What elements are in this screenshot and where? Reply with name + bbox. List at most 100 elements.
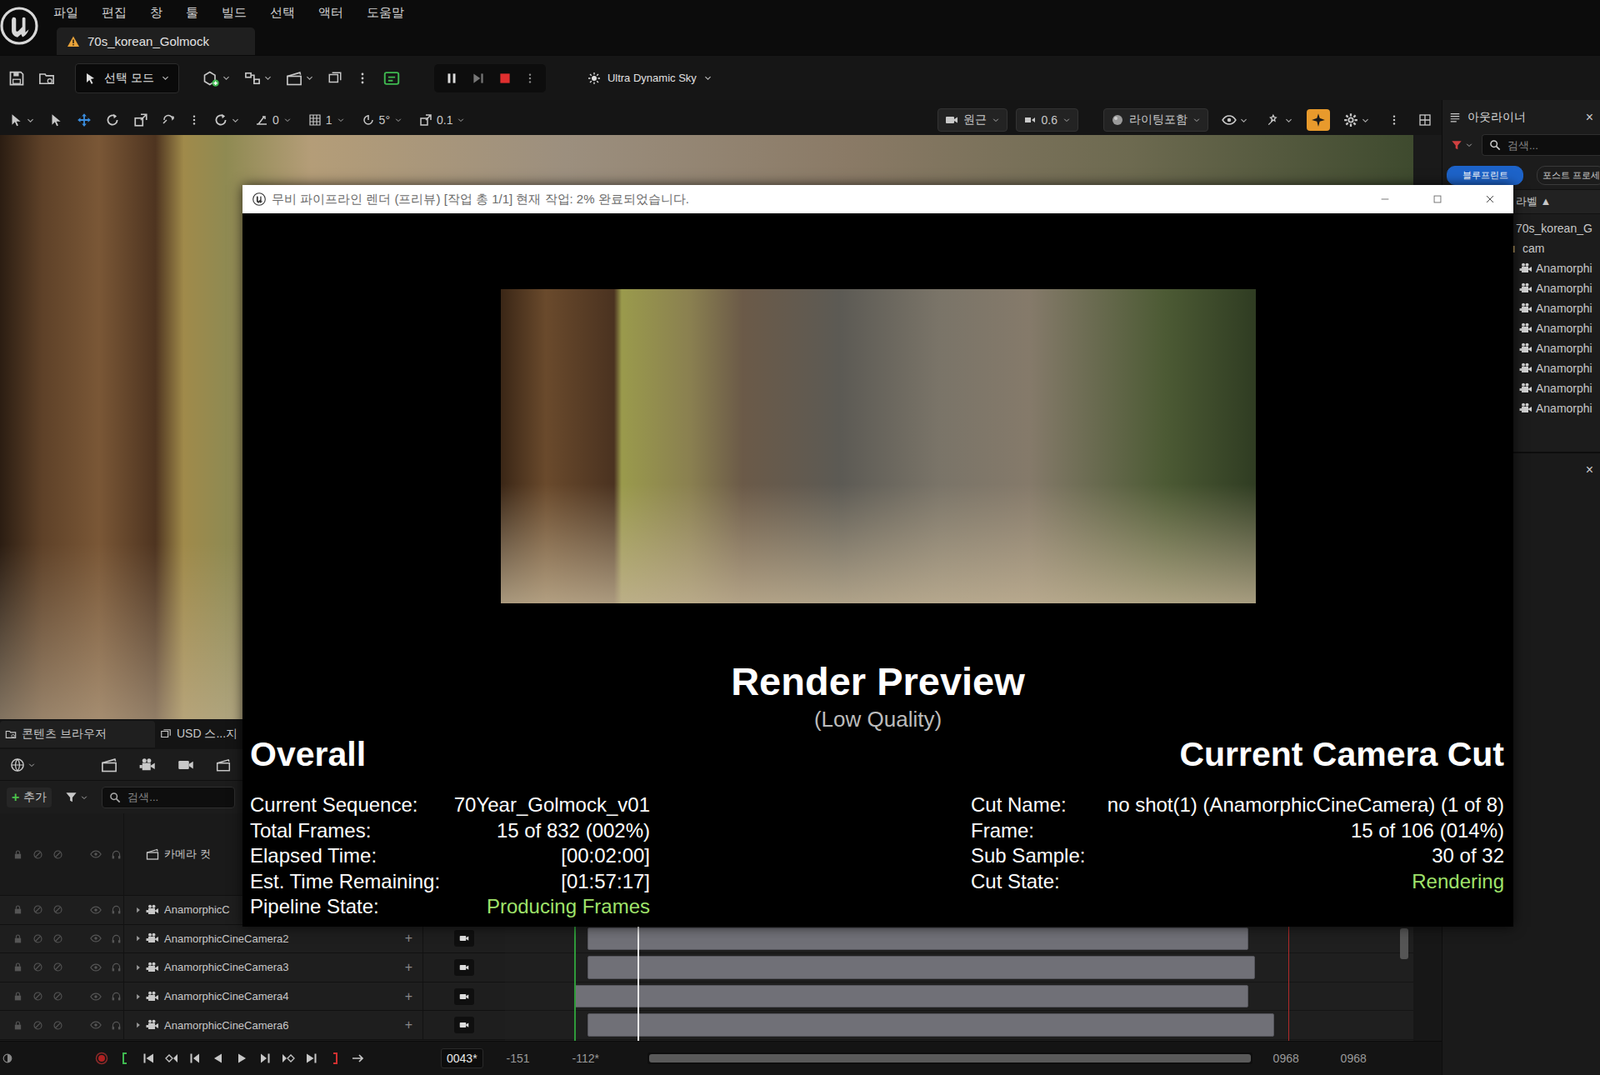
track-label[interactable]: AnamorphicC [164,903,230,916]
headphones-icon[interactable] [110,990,122,1002]
camera-key-button[interactable] [454,959,475,976]
step-button[interactable] [465,65,491,91]
outliner-item-label[interactable]: Anamorphi [1535,301,1593,315]
render-movie-button[interactable] [95,751,123,779]
lock-icon[interactable] [12,961,24,973]
tool-button[interactable] [156,108,180,132]
ban-icon[interactable] [32,849,44,860]
headphones-icon[interactable] [110,904,122,915]
ban-icon[interactable] [32,961,44,973]
level-tab[interactable]: 70s_korean_Golmock [56,27,255,55]
layout-button[interactable] [1413,108,1437,132]
show-dropdown[interactable] [1216,107,1254,133]
ban-icon[interactable] [52,849,64,860]
ban-icon[interactable] [52,961,64,973]
ban-icon[interactable] [52,933,64,945]
headphones-icon[interactable] [110,933,122,945]
maximize-button[interactable] [1414,185,1461,214]
expand-icon[interactable] [134,934,143,943]
outliner-item-label[interactable]: Anamorphi [1535,401,1593,415]
menu-item[interactable]: 선택 [270,5,295,20]
eye-icon[interactable] [90,961,102,974]
camera-speed[interactable]: 0.6 [1015,108,1079,132]
half-icon[interactable] [1,1052,14,1065]
play-end-frame[interactable]: 0968 [1252,1051,1341,1065]
blueprint-dropdown[interactable] [239,65,278,92]
snap-toggle[interactable]: 0.1 [412,110,472,130]
headphones-icon[interactable] [110,849,122,860]
menu-item[interactable]: 도움말 [366,5,405,20]
outliner-item-label[interactable]: Anamorphi [1535,321,1593,335]
play-start-frame[interactable]: -112* [572,1051,648,1065]
loop-icon[interactable] [351,1051,365,1065]
playback-button[interactable] [210,752,236,778]
sort-column[interactable]: 라벨 ▲ [1515,194,1551,210]
track-label[interactable]: AnamorphicCineCamera4 [164,990,290,1003]
unreal-icon[interactable] [0,6,39,45]
track-add-button[interactable]: + [405,960,413,975]
camera-cut-label[interactable]: 카메라 컷 [164,846,211,862]
content-button[interactable] [33,65,60,92]
view-mode-label[interactable]: 라이팅포함 [1129,112,1188,128]
camera-track[interactable]: AnamorphicCineCamera4 + [0,982,505,1012]
track-add-button[interactable]: + [405,989,413,1005]
tools-more-button[interactable] [183,109,205,131]
viz-dropdown[interactable] [1261,107,1299,133]
ban-icon[interactable] [32,990,44,1002]
bottom-tab[interactable]: 콘텐츠 브라우저 [0,720,155,748]
eye-icon[interactable] [90,1019,102,1031]
back-icon[interactable] [211,1051,225,1065]
headphones-icon[interactable] [110,1020,122,1031]
bottom-tab[interactable]: USD 스...지 [155,720,243,748]
camera-speed-label[interactable]: 0.6 [1041,113,1058,127]
highlight-toggle[interactable] [1306,109,1330,131]
lock-icon[interactable] [12,849,24,860]
eye-icon[interactable] [90,932,102,945]
coordinate-dropdown[interactable] [208,107,245,133]
outliner-filter[interactable] [1449,137,1475,153]
filter-pill[interactable]: 포스트 프로세 [1536,165,1600,185]
lock-icon[interactable] [12,904,24,915]
menu-item[interactable]: 파일 [53,5,79,20]
settings-dropdown[interactable] [1338,107,1375,133]
mode-label[interactable]: 선택 모드 [104,70,155,86]
record-icon[interactable] [95,1051,109,1065]
camera-track[interactable]: AnamorphicCineCamera3+ [0,953,505,983]
mode-dropdown[interactable]: 선택 모드 [75,63,180,94]
bottom-tab-label[interactable]: USD 스...지 [176,726,238,742]
track-add-button[interactable]: + [405,930,413,946]
level-tab-label[interactable]: 70s_korean_Golmock [87,34,210,49]
ban-icon[interactable] [32,904,44,915]
eye-icon[interactable] [90,904,102,916]
shot-bar[interactable] [587,1013,1275,1037]
view-mode-dropdown[interactable]: 라이팅포함 [1103,108,1209,132]
bin-icon[interactable] [118,1051,132,1065]
menu-item[interactable]: 빌드 [221,5,247,20]
selection-dropdown[interactable] [3,107,40,133]
outliner-item-label[interactable]: Anamorphi [1535,361,1593,375]
view-label[interactable]: 원근 [963,112,987,128]
expand-icon[interactable] [134,1020,143,1030]
add-plus[interactable]: + [11,790,20,805]
track-label[interactable]: AnamorphicCineCamera2 [164,932,290,945]
snap-value[interactable]: 5° [379,113,390,127]
ban-icon[interactable] [52,990,64,1002]
outliner-item-label[interactable]: 70s_korean_G [1515,221,1593,235]
sequence-settings-button[interactable] [134,751,161,779]
scroll-thumb[interactable] [649,1054,1251,1063]
expand-icon[interactable] [134,992,143,1001]
viewport-more-button[interactable] [1383,109,1405,131]
ban-icon[interactable] [32,933,44,945]
play-options-button[interactable] [519,67,541,90]
outliner-search-input[interactable] [1505,138,1594,153]
snap-value[interactable]: 0 [272,113,280,127]
expand-icon[interactable] [134,905,143,915]
save-button[interactable] [3,65,30,92]
sky-label[interactable]: Ultra Dynamic Sky [607,71,697,85]
eye-icon[interactable] [90,848,102,860]
eye-icon[interactable] [90,990,102,1003]
menu-item[interactable]: 창 [150,5,163,20]
shot-bar[interactable] [574,985,1249,1009]
move-tool[interactable] [71,107,97,133]
outliner-item-label[interactable]: Anamorphi [1535,261,1593,275]
